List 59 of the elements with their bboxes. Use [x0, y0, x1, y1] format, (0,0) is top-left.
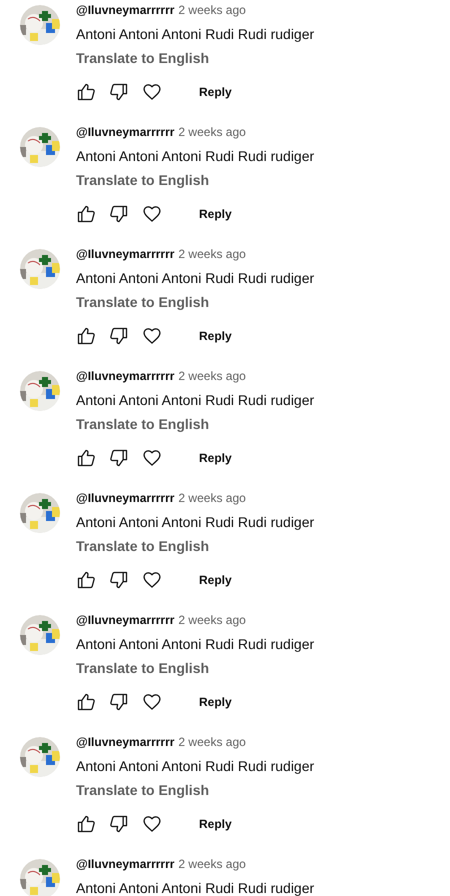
heart-icon[interactable]: [142, 448, 162, 468]
thumbs-down-icon[interactable]: [109, 692, 129, 712]
reply-button[interactable]: Reply: [193, 569, 238, 591]
comment-time: 2 weeks ago: [178, 857, 246, 871]
comment-author[interactable]: @Iluvneymarrrrrr: [76, 857, 174, 871]
comment-time: 2 weeks ago: [178, 247, 246, 261]
thumbs-up-icon[interactable]: [76, 82, 96, 102]
comment-text: Antoni Antoni Antoni Rudi Rudi rudiger: [76, 147, 314, 166]
reply-button[interactable]: Reply: [193, 81, 238, 103]
thumbs-up-icon[interactable]: [76, 570, 96, 590]
thumbs-down-icon[interactable]: [109, 82, 129, 102]
comment-time: 2 weeks ago: [178, 735, 246, 749]
reply-button[interactable]: Reply: [193, 691, 238, 713]
thumbs-down-icon[interactable]: [109, 570, 129, 590]
reply-button[interactable]: Reply: [193, 203, 238, 225]
heart-icon[interactable]: [142, 814, 162, 834]
reply-button[interactable]: Reply: [193, 813, 238, 835]
comment-text: Antoni Antoni Antoni Rudi Rudi rudiger: [76, 269, 314, 288]
translate-link[interactable]: Translate to English: [76, 292, 210, 312]
comment-time: 2 weeks ago: [178, 613, 246, 627]
comment-author[interactable]: @Iluvneymarrrrrr: [76, 247, 174, 261]
comment-text: Antoni Antoni Antoni Rudi Rudi rudiger: [76, 879, 314, 896]
comment-time: 2 weeks ago: [178, 125, 246, 139]
comment-author[interactable]: @Iluvneymarrrrrr: [76, 3, 174, 17]
heart-icon[interactable]: [142, 570, 162, 590]
heart-icon[interactable]: [142, 82, 162, 102]
translate-link[interactable]: Translate to English: [76, 414, 210, 434]
comment-text: Antoni Antoni Antoni Rudi Rudi rudiger: [76, 391, 314, 410]
thumbs-down-icon[interactable]: [109, 326, 129, 346]
translate-link[interactable]: Translate to English: [76, 536, 210, 556]
translate-link[interactable]: Translate to English: [76, 170, 210, 190]
comment-time: 2 weeks ago: [178, 369, 246, 383]
thumbs-down-icon[interactable]: [109, 204, 129, 224]
comment-text: Antoni Antoni Antoni Rudi Rudi rudiger: [76, 757, 314, 776]
comment-author[interactable]: @Iluvneymarrrrrr: [76, 125, 174, 139]
comment-author[interactable]: @Iluvneymarrrrrr: [76, 369, 174, 383]
comment-text: Antoni Antoni Antoni Rudi Rudi rudiger: [76, 25, 314, 44]
thumbs-up-icon[interactable]: [76, 326, 96, 346]
thumbs-down-icon[interactable]: [109, 448, 129, 468]
comment-time: 2 weeks ago: [178, 3, 246, 17]
comment-time: 2 weeks ago: [178, 491, 246, 505]
reply-button[interactable]: Reply: [193, 447, 238, 469]
thumbs-up-icon[interactable]: [76, 204, 96, 224]
translate-link[interactable]: Translate to English: [76, 48, 210, 68]
comment-author[interactable]: @Iluvneymarrrrrr: [76, 491, 174, 505]
comment-author[interactable]: @Iluvneymarrrrrr: [76, 735, 174, 749]
translate-link[interactable]: Translate to English: [76, 658, 210, 678]
comment-text: Antoni Antoni Antoni Rudi Rudi rudiger: [76, 513, 314, 532]
thumbs-up-icon[interactable]: [76, 814, 96, 834]
heart-icon[interactable]: [142, 692, 162, 712]
thumbs-up-icon[interactable]: [76, 692, 96, 712]
heart-icon[interactable]: [142, 326, 162, 346]
heart-icon[interactable]: [142, 204, 162, 224]
thumbs-up-icon[interactable]: [76, 448, 96, 468]
translate-link[interactable]: Translate to English: [76, 780, 210, 800]
reply-button[interactable]: Reply: [193, 325, 238, 347]
comment-text: Antoni Antoni Antoni Rudi Rudi rudiger: [76, 635, 314, 654]
thumbs-down-icon[interactable]: [109, 814, 129, 834]
comment-author[interactable]: @Iluvneymarrrrrr: [76, 613, 174, 627]
